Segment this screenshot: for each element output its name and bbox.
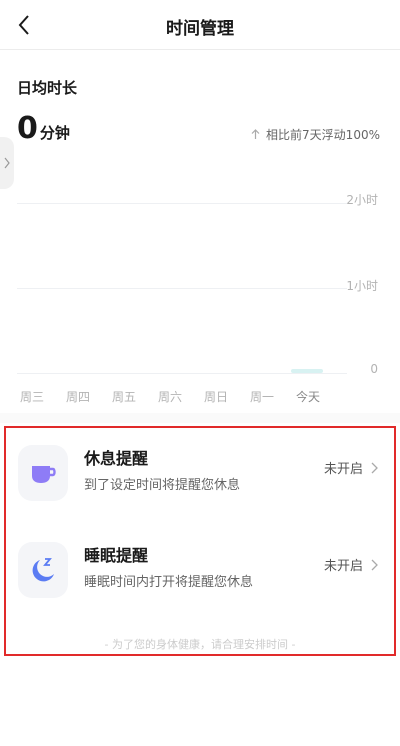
section-divider — [0, 413, 400, 423]
sleep-reminder-status[interactable]: 未开启 — [324, 555, 378, 574]
chevron-right-icon — [371, 462, 378, 473]
x-tick-label: 周四 — [65, 390, 90, 404]
daily-average-value: 0 分钟 — [17, 112, 70, 146]
minutes-unit: 分钟 — [39, 124, 70, 142]
health-footer-note: - 为了您的身体健康，请合理安排时间 - — [104, 638, 296, 651]
top-bar: 时间管理 — [0, 0, 400, 50]
rest-reminder-desc: 到了设定时间将提醒您休息 — [84, 478, 241, 493]
y-tick-label: 1小时 — [346, 279, 378, 293]
sleep-reminder-title: 睡眠提醒 — [84, 546, 149, 565]
chevron-right-icon — [4, 157, 10, 169]
x-tick-label-today: 今天 — [295, 390, 320, 404]
rest-reminder-row[interactable]: 休息提醒 到了设定时间将提醒您休息 未开启 — [18, 440, 390, 510]
rest-icon-container — [18, 445, 68, 501]
moon-icon — [32, 558, 54, 582]
grid-line-middle — [17, 288, 347, 289]
sleep-icon-container — [18, 542, 68, 598]
rest-reminder-status[interactable]: 未开启 — [324, 458, 378, 477]
grid-line-top — [17, 203, 347, 204]
x-tick-label: 周六 — [157, 390, 182, 404]
minutes-number: 0 — [17, 111, 38, 146]
arrow-up-icon — [251, 129, 260, 139]
page-title: 时间管理 — [166, 19, 234, 39]
side-expand-tab[interactable] — [0, 137, 14, 189]
compare-label: 相比前7天浮动100% — [266, 128, 380, 142]
y-tick-label: 0 — [370, 362, 378, 376]
x-tick-label: 周三 — [19, 390, 44, 404]
x-tick-label: 周日 — [203, 390, 228, 404]
compare-text: 相比前7天浮动100% — [251, 126, 380, 143]
x-tick-label: 周五 — [111, 390, 136, 404]
cup-icon — [32, 466, 56, 483]
rest-reminder-title: 休息提醒 — [84, 449, 149, 468]
status-label: 未开启 — [323, 462, 363, 477]
sleep-reminder-desc: 睡眠时间内打开将提醒您休息 — [84, 575, 254, 590]
chevron-right-icon — [371, 559, 378, 570]
x-tick-label: 周一 — [249, 390, 274, 404]
grid-line-baseline — [17, 373, 347, 374]
y-tick-label: 2小时 — [346, 193, 378, 207]
today-bar — [291, 369, 323, 373]
daily-average-title: 日均时长 — [17, 79, 78, 97]
sleep-reminder-row[interactable]: 睡眠提醒 睡眠时间内打开将提醒您休息 未开启 — [18, 537, 390, 607]
status-label: 未开启 — [323, 559, 363, 574]
